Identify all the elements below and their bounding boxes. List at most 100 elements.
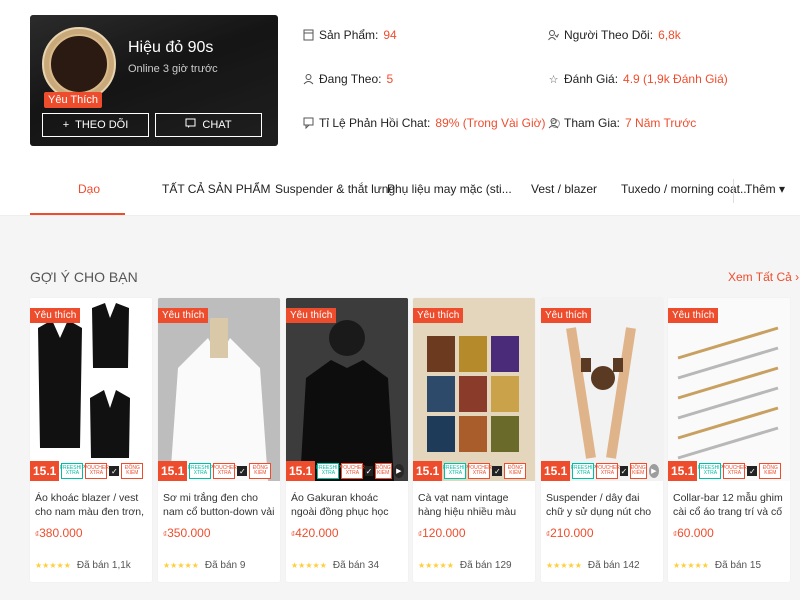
favorite-badge: Yêu thích (286, 308, 337, 323)
dongkiem-badge: ĐỒNG KIỂM (759, 463, 782, 479)
shop-avatar[interactable] (42, 27, 116, 101)
product-price: ₫380.000 (35, 526, 83, 540)
product-name: Áo khoác blazer / vest cho nam màu đen t… (35, 492, 145, 518)
product-price: ₫420.000 (291, 526, 339, 540)
followers-icon (548, 29, 559, 41)
product-card[interactable]: Yêu thích 15.1 FREESHIP XTRA VOUCHER XTR… (286, 298, 408, 582)
product-card[interactable]: Yêu thích 15.1 FREESHIP XTRA VOUCHER XTR… (413, 298, 535, 582)
shop-name: Hiệu đỏ 90s (128, 39, 214, 56)
freeship-badge: FREESHIP XTRA (60, 463, 85, 479)
product-price: ₫350.000 (163, 526, 211, 540)
voucher-badge: VOUCHER XTRA (467, 463, 492, 479)
voucher-badge: VOUCHER XTRA (84, 463, 109, 479)
price-value: 60.000 (677, 526, 714, 540)
product-name: Sơ mi trắng đen cho nam cổ button-down v… (163, 492, 275, 518)
active-tab-indicator (30, 213, 125, 215)
product-card[interactable]: Yêu thích 15.1 FREESHIP XTRA VOUCHER XTR… (30, 298, 152, 582)
follow-button[interactable]: + THEO DÕI (42, 113, 149, 137)
dongkiem-badge: ĐỒNG KIỂM (249, 463, 272, 479)
plus-icon: + (62, 119, 70, 131)
sold-count: Đã bán 142 (587, 560, 640, 571)
promo-date: 15.1 (668, 461, 698, 481)
stars-icon: ★★★★★ (163, 561, 199, 570)
stat-followers-value: 6,8k (658, 28, 681, 42)
price-value: 120.000 (422, 526, 466, 540)
stat-rating-value: 4.9 (1,9k Đánh Giá) (623, 72, 728, 86)
tab-all-products[interactable]: TẤT CẢ SẢN PHẨM (162, 182, 270, 196)
promo-strip: 15.1 FREESHIP XTRA VOUCHER XTRA ✓ ĐỒNG K… (286, 461, 408, 481)
stat-chat-rate-label: Tỉ Lệ Phản Hồi Chat: (319, 116, 431, 130)
promo-strip: 15.1 FREESHIP XTRA VOUCHER XTRA ✓ ĐỒNG K… (668, 461, 790, 481)
dongkiem-badge: ĐỒNG KIỂM (504, 463, 527, 479)
stat-joined-value: 7 Năm Trước (625, 116, 697, 130)
section-title: GỢI Ý CHO BẠN (30, 269, 138, 285)
price-value: 350.000 (167, 526, 211, 540)
sold-count: Đã bán 129 (459, 560, 512, 571)
stat-rating: ☆ Đánh Giá: 4.9 (1,9k Đánh Giá) (548, 72, 728, 86)
tab-dao[interactable]: Dạo (78, 182, 100, 196)
stat-products-label: Sản Phẩm: (319, 28, 379, 42)
stat-following-value: 5 (386, 72, 394, 86)
promo-date: 15.1 (286, 461, 316, 481)
price-value: 380.000 (39, 526, 83, 540)
price-value: 210.000 (550, 526, 594, 540)
tab-vest-blazer[interactable]: Vest / blazer (531, 182, 597, 196)
product-image (286, 298, 408, 481)
sold-count: Đã bán 9 (204, 560, 246, 571)
play-video-icon[interactable]: ▶ (393, 464, 404, 478)
stars-icon: ★★★★★ (546, 561, 582, 570)
product-card[interactable]: Yêu thích 15.1 FREESHIP XTRA VOUCHER XTR… (541, 298, 663, 582)
sold-count: Đã bán 1,1k (76, 560, 131, 571)
product-rating: ★★★★★ Đã bán 1,1k (35, 560, 131, 571)
voucher-badge: VOUCHER XTRA (340, 463, 365, 479)
chat-button[interactable]: CHAT (155, 113, 262, 137)
price-value: 420.000 (295, 526, 339, 540)
play-video-icon[interactable]: ▶ (648, 464, 659, 478)
tab-suspender[interactable]: Suspender & thắt lưng (275, 182, 395, 196)
product-price: ₫120.000 (418, 526, 466, 540)
voucher-badge: VOUCHER XTRA (595, 463, 620, 479)
stat-following-label: Đang Theo: (319, 72, 382, 86)
tab-more[interactable]: Thêm ▾ (745, 182, 785, 196)
product-name: Collar-bar 12 mẫu ghim cài cổ áo trang t… (673, 492, 783, 518)
favorite-badge: Yêu thích (413, 308, 464, 323)
stat-chat-rate-value: 89% (Trong Vài Giờ) (435, 116, 546, 130)
tab-accessories[interactable]: Phụ liệu may mặc (sti... (387, 182, 512, 196)
stat-followers: Người Theo Dõi: 6,8k (548, 28, 681, 42)
promo-strip: 15.1 FREESHIP XTRA VOUCHER XTRA ✓ ĐỒNG K… (413, 461, 535, 481)
voucher-badge: VOUCHER XTRA (212, 463, 237, 479)
user-joined-icon (548, 117, 559, 129)
favorite-shop-badge: Yêu Thích (44, 92, 102, 108)
promo-strip: 15.1 FREESHIP XTRA VOUCHER XTRA ✓ ĐỒNG K… (541, 461, 663, 481)
favorite-badge: Yêu thích (541, 308, 592, 323)
product-rating: ★★★★★ Đã bán 15 (673, 560, 761, 571)
shop-tabs: Dạo TẤT CẢ SẢN PHẨM Suspender & thắt lưn… (0, 170, 800, 216)
shop-online-status: Online 3 giờ trước (128, 63, 218, 75)
sold-count: Đã bán 34 (332, 560, 380, 571)
product-image (30, 298, 152, 481)
product-image (413, 298, 535, 481)
favorite-badge: Yêu thích (158, 308, 209, 323)
dongkiem-badge: ĐỒNG KIỂM (629, 463, 647, 479)
check-icon: ✓ (747, 466, 758, 476)
stat-joined-label: Tham Gia: (564, 116, 621, 130)
shop-header: Yêu Thích Hiệu đỏ 90s Online 3 giờ trước… (0, 0, 800, 170)
freeship-badge: FREESHIP XTRA (571, 463, 596, 479)
check-icon: ✓ (492, 466, 503, 476)
product-card[interactable]: Yêu thích 15.1 FREESHIP XTRA VOUCHER XTR… (158, 298, 280, 582)
dongkiem-badge: ĐỒNG KIỂM (121, 463, 144, 479)
freeship-badge: FREESHIP XTRA (188, 463, 213, 479)
stat-following: Đang Theo: 5 (303, 72, 393, 86)
promo-date: 15.1 (158, 461, 188, 481)
product-card[interactable]: Yêu thích 15.1 FREESHIP XTRA VOUCHER XTR… (668, 298, 790, 582)
promo-date: 15.1 (541, 461, 571, 481)
chat-bubble-icon (303, 117, 314, 129)
see-all-link[interactable]: Xem Tất Cả › (728, 270, 799, 284)
tab-tuxedo[interactable]: Tuxedo / morning coat... (621, 182, 750, 196)
product-price: ₫60.000 (673, 526, 714, 540)
chat-label: CHAT (202, 119, 232, 131)
stat-joined: Tham Gia: 7 Năm Trước (548, 116, 696, 130)
stat-chat-rate: Tỉ Lệ Phản Hồi Chat: 89% (Trong Vài Giờ)… (303, 116, 560, 130)
user-icon (303, 73, 314, 85)
freeship-badge: FREESHIP XTRA (316, 463, 341, 479)
